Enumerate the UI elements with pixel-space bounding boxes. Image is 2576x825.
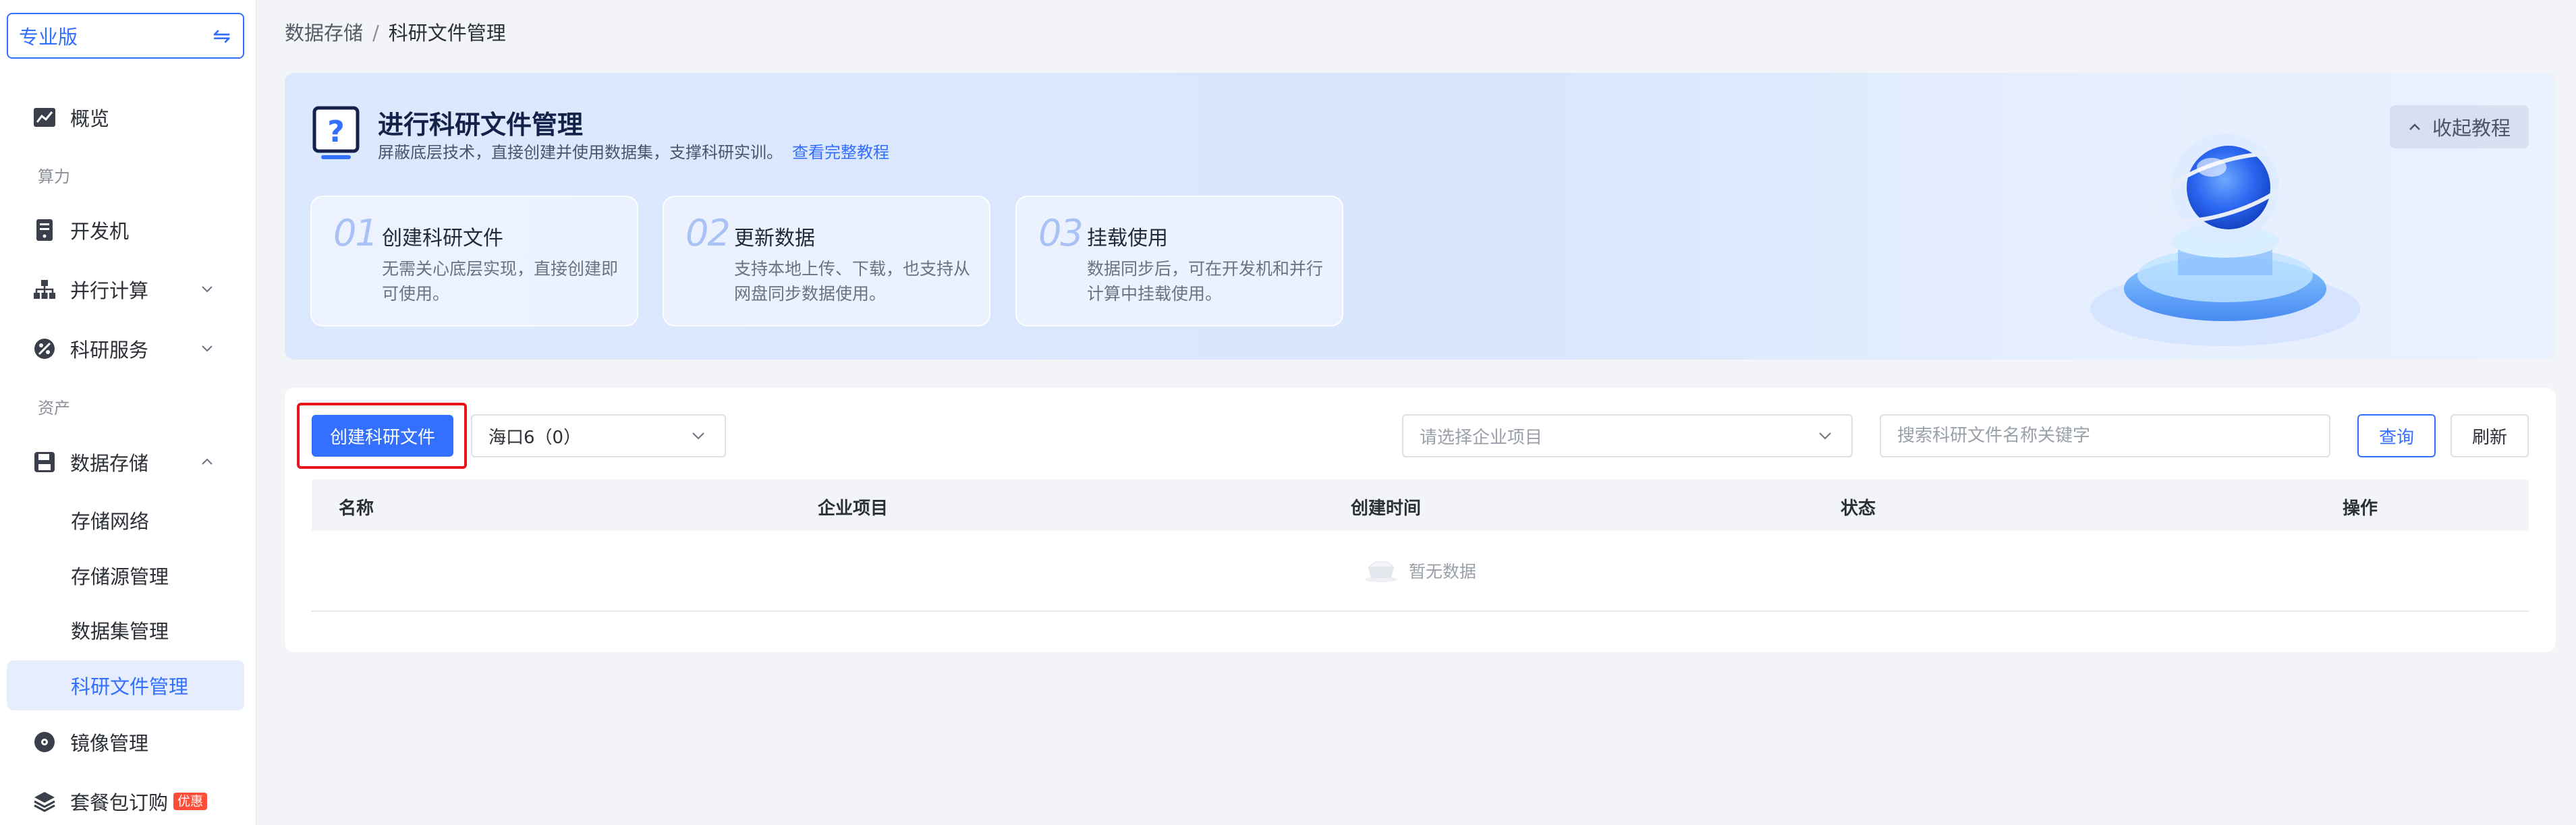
table-header: 名称 企业项目 创建时间 状态 操作 — [312, 480, 2529, 531]
sidebar-item-package-order[interactable]: 套餐包订购 优惠 — [7, 776, 244, 825]
question-book-icon: ? — [312, 106, 360, 159]
sidebar-item-overview[interactable]: 概览 — [7, 92, 244, 143]
region-select-value: 海口6（0） — [488, 427, 582, 448]
group-label-compute: 算力 — [38, 167, 70, 186]
group-label-assets: 资产 — [38, 399, 70, 418]
sidebar-item-image-management[interactable]: 镜像管理 — [7, 716, 244, 768]
sidebar-item-label: 数据存储 — [70, 452, 149, 475]
chart-line-icon — [32, 105, 57, 130]
sidebar-item-label: 镜像管理 — [70, 732, 149, 755]
sidebar-item-parallel[interactable]: 并行计算 — [7, 264, 244, 315]
project-select-placeholder: 请选择企业项目 — [1420, 427, 1543, 448]
sidebar-subitem-storage-network[interactable]: 存储网络 — [7, 495, 244, 545]
hierarchy-icon — [32, 277, 57, 302]
promo-badge: 优惠 — [173, 793, 208, 810]
flask-gear-icon — [32, 337, 57, 361]
column-header-project: 企业项目 — [818, 499, 889, 519]
sidebar-subitem-storage-source[interactable]: 存储源管理 — [7, 550, 244, 600]
empty-state: 暂无数据 — [312, 531, 2529, 612]
region-select[interactable]: 海口6（0） — [471, 414, 726, 457]
step-description: 数据同步后，可在开发机和并行计算中挂载使用。 — [1087, 259, 1324, 304]
disc-icon — [32, 730, 57, 754]
step-description: 无需关心底层实现，直接创建即可使用。 — [382, 259, 619, 304]
sidebar-subitem-label: 科研文件管理 — [71, 675, 189, 698]
chevron-up-icon[interactable] — [200, 454, 215, 469]
sidebar-item-label: 概览 — [70, 107, 110, 130]
sidebar-item-devbox[interactable]: 开发机 — [7, 204, 244, 256]
tutorial-link[interactable]: 查看完整教程 — [792, 143, 889, 162]
sidebar-subitem-research-files[interactable]: 科研文件管理 — [7, 660, 244, 710]
banner-title: 进行科研文件管理 — [378, 110, 584, 140]
svg-text:?: ? — [327, 115, 345, 149]
file-list-card: 创建科研文件 海口6（0） 请选择企业项目 查询 刷新 名称 企业项目 创建时间… — [285, 388, 2556, 652]
breadcrumb-separator: / — [372, 22, 379, 45]
step-title: 更新数据 — [734, 227, 815, 250]
sidebar-subitem-dataset[interactable]: 数据集管理 — [7, 605, 244, 655]
collapse-label: 收起教程 — [2432, 117, 2511, 140]
chevron-up-icon — [2409, 123, 2420, 130]
banner-description-text: 屏蔽底层技术，直接创建并使用数据集，支撑科研实训。 — [378, 143, 783, 162]
step-description: 支持本地上传、下载，也支持从网盘同步数据使用。 — [734, 259, 971, 304]
banner-description: 屏蔽底层技术，直接创建并使用数据集，支撑科研实训。 查看完整教程 — [378, 139, 889, 163]
refresh-button[interactable]: 刷新 — [2451, 414, 2529, 457]
chevron-down-icon[interactable] — [200, 281, 215, 296]
breadcrumb-current: 科研文件管理 — [388, 22, 506, 45]
chevron-down-icon[interactable] — [200, 341, 215, 355]
column-header-actions: 操作 — [2343, 499, 2378, 519]
sidebar: 专业版 ⇋ 概览 算力 开发机 并行计算 科研服务 资产 数据存储 存储网络 存… — [0, 0, 256, 825]
step-card-1: 01 创建科研文件 无需关心底层实现，直接创建即可使用。 — [310, 196, 638, 326]
edition-label: 专业版 — [19, 26, 78, 49]
tutorial-banner: ? 进行科研文件管理 屏蔽底层技术，直接创建并使用数据集，支撑科研实训。 查看完整… — [285, 73, 2556, 360]
edition-switcher[interactable]: 专业版 ⇋ — [7, 13, 244, 59]
step-number: 03 — [1038, 212, 1084, 254]
query-button[interactable]: 查询 — [2357, 414, 2436, 457]
sidebar-item-label: 套餐包订购 — [70, 791, 169, 814]
sidebar-item-label: 科研服务 — [70, 339, 149, 362]
column-header-created: 创建时间 — [1351, 499, 1422, 519]
step-card-2: 02 更新数据 支持本地上传、下载，也支持从网盘同步数据使用。 — [663, 196, 990, 326]
create-research-file-button[interactable]: 创建科研文件 — [312, 415, 453, 457]
sidebar-subitem-label: 存储网络 — [71, 510, 150, 533]
column-header-status: 状态 — [1841, 499, 1876, 519]
step-title: 挂载使用 — [1087, 227, 1168, 250]
step-number: 01 — [333, 212, 379, 254]
floppy-disk-icon — [32, 450, 57, 474]
breadcrumb: 数据存储 / 科研文件管理 — [285, 18, 506, 46]
server-icon — [32, 218, 57, 242]
sidebar-item-data-storage[interactable]: 数据存储 — [7, 436, 244, 488]
column-header-name: 名称 — [339, 499, 374, 519]
step-title: 创建科研文件 — [382, 227, 503, 250]
sidebar-item-label: 开发机 — [70, 220, 130, 243]
sidebar-item-research-service[interactable]: 科研服务 — [7, 323, 244, 374]
swap-icon[interactable]: ⇋ — [213, 23, 231, 49]
layers-icon — [32, 789, 57, 814]
empty-box-icon — [1364, 561, 1397, 582]
collapse-tutorial-button[interactable]: 收起教程 — [2390, 105, 2529, 148]
storage-globe-illustration — [2090, 134, 2360, 346]
step-number: 02 — [685, 212, 731, 254]
step-card-3: 03 挂载使用 数据同步后，可在开发机和并行计算中挂载使用。 — [1015, 196, 1343, 326]
breadcrumb-parent[interactable]: 数据存储 — [285, 22, 363, 45]
sidebar-item-label: 并行计算 — [70, 279, 149, 302]
empty-state-text: 暂无数据 — [1408, 562, 1476, 581]
chevron-down-icon — [1819, 432, 1831, 440]
sidebar-subitem-label: 存储源管理 — [71, 565, 169, 588]
chevron-down-icon — [692, 432, 704, 440]
sidebar-subitem-label: 数据集管理 — [71, 620, 169, 643]
search-input[interactable] — [1880, 414, 2330, 457]
project-select[interactable]: 请选择企业项目 — [1402, 414, 1853, 457]
